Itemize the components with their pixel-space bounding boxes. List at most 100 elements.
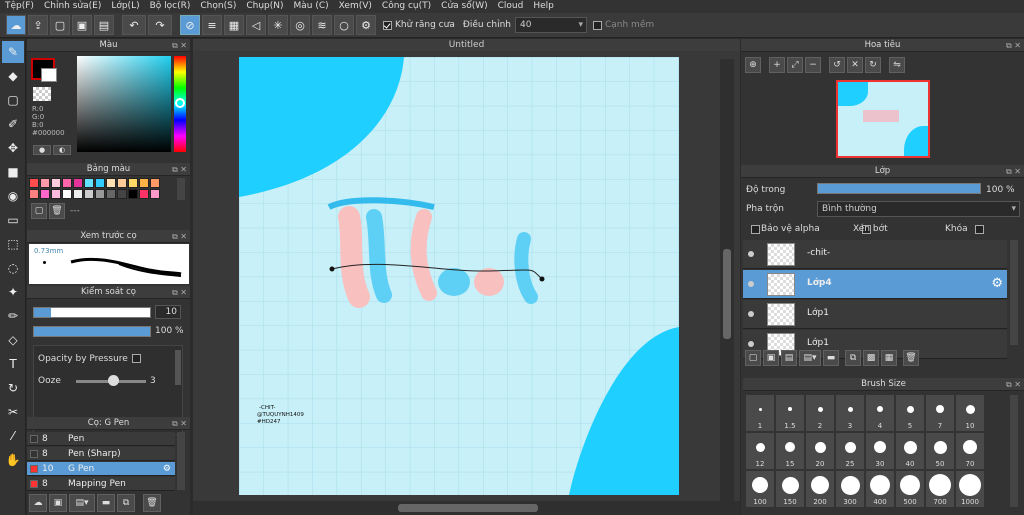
brush-size-cell[interactable]: 40	[896, 433, 924, 469]
visibility-icon[interactable]	[748, 341, 754, 347]
size-slider[interactable]	[33, 307, 151, 318]
protect-alpha-checkbox[interactable]	[751, 225, 760, 234]
layer-mode-icon[interactable]: ▤	[781, 350, 797, 366]
pressure-checkbox[interactable]	[132, 354, 141, 363]
brush-size-cell[interactable]: 10	[956, 395, 984, 431]
select-tool-icon[interactable]: ⬚	[2, 233, 24, 255]
snap-perspective-icon[interactable]: ◁	[246, 15, 266, 35]
fill-rect-tool-icon[interactable]: ■	[2, 161, 24, 183]
brush-size-cell[interactable]: 300	[836, 471, 864, 507]
bucket-tool-icon[interactable]: ◉	[2, 185, 24, 207]
hand-tool-icon[interactable]: ✋	[2, 449, 24, 471]
brush-menu-icon[interactable]: ▤▾	[69, 494, 95, 512]
brush-list-item[interactable]: 10 G Pen ⚙	[27, 462, 175, 476]
pen-tool-icon[interactable]: ✎	[2, 41, 24, 63]
brush-size-cell[interactable]: 7	[926, 395, 954, 431]
lasso-tool-icon[interactable]: ◌	[2, 257, 24, 279]
brush-tool-icon[interactable]: ✐	[2, 113, 24, 135]
menu-file[interactable]: Tệp(F)	[0, 0, 39, 13]
ooze-slider-handle[interactable]	[108, 375, 119, 386]
cloud-icon[interactable]: ☁	[6, 15, 26, 35]
brush-size-scrollbar[interactable]	[1010, 395, 1018, 507]
zoom-window-icon[interactable]: ⤢	[787, 57, 803, 73]
layer-row[interactable]: Lớp4 ⚙	[743, 270, 1007, 299]
palette-swatch[interactable]	[51, 178, 61, 188]
brush-size-cell[interactable]: 150	[776, 471, 804, 507]
undo-icon[interactable]: ↶	[122, 15, 146, 35]
brush-size-cell[interactable]: 500	[896, 471, 924, 507]
snap-off-icon[interactable]: ⊘	[180, 15, 200, 35]
menu-edit[interactable]: Chỉnh sửa(E)	[39, 0, 106, 13]
move-tool-icon[interactable]: ✥	[2, 137, 24, 159]
brush-size-cell[interactable]: 20	[806, 433, 834, 469]
layer-folder-icon[interactable]: ▬	[823, 350, 839, 366]
rotate-left-icon[interactable]: ↺	[829, 57, 845, 73]
select-pen-icon[interactable]: ✏	[2, 305, 24, 327]
menu-color[interactable]: Màu (C)	[289, 0, 334, 13]
snap-ring-icon[interactable]: ○	[334, 15, 354, 35]
secondary-color-swatch[interactable]	[41, 68, 57, 82]
layer-menu-icon[interactable]: ▤▾	[799, 350, 821, 366]
zoom-out-icon[interactable]: −	[805, 57, 821, 73]
palette-swatch[interactable]	[62, 178, 72, 188]
palette-swatch[interactable]	[117, 178, 127, 188]
brush-list-scrollbar[interactable]	[177, 432, 185, 490]
brush-size-cell[interactable]: 200	[806, 471, 834, 507]
open-folder-icon[interactable]: ▣	[72, 15, 92, 35]
color-mode-icon[interactable]: ●	[33, 145, 51, 155]
palette-swatch[interactable]	[73, 189, 83, 199]
soft-edge-checkbox[interactable]	[592, 20, 602, 30]
horizontal-scroll-thumb[interactable]	[398, 504, 538, 512]
text-tool-icon[interactable]: T	[2, 353, 24, 375]
gear-icon[interactable]: ⚙	[163, 464, 171, 474]
canvas-tab[interactable]: Untitled	[193, 39, 740, 51]
redo-icon[interactable]: ↷	[148, 15, 172, 35]
menu-capture[interactable]: Chụp(N)	[241, 0, 288, 13]
palette-swatch[interactable]	[73, 178, 83, 188]
layer-settings-icon[interactable]: ▦	[881, 350, 897, 366]
palette-swatch[interactable]	[139, 178, 149, 188]
navigator-preview[interactable]	[836, 80, 930, 158]
snap-curve-icon[interactable]: ≋	[312, 15, 332, 35]
gear-icon[interactable]: ⚙	[991, 276, 1003, 291]
antialias-checkbox[interactable]	[383, 20, 392, 30]
brush-size-cell[interactable]: 25	[836, 433, 864, 469]
gradient-tool-icon[interactable]: ▭	[2, 209, 24, 231]
brush-size-cell[interactable]: 30	[866, 433, 894, 469]
brush-size-cell[interactable]: 700	[926, 471, 954, 507]
menu-view[interactable]: Xem(V)	[334, 0, 377, 13]
layer-row[interactable]: -chit-	[743, 240, 1007, 269]
visibility-icon[interactable]	[748, 311, 754, 317]
transparent-swatch[interactable]	[33, 87, 51, 101]
brush-size-cell[interactable]: 100	[746, 471, 774, 507]
export-icon[interactable]: ⇪	[28, 15, 48, 35]
magic-wand-icon[interactable]: ✦	[2, 281, 24, 303]
rect-tool-icon[interactable]: ▢	[2, 89, 24, 111]
brush-options-scrollbar[interactable]	[175, 350, 181, 385]
brush-size-cell[interactable]: 5	[896, 395, 924, 431]
palette-swatch[interactable]	[40, 189, 50, 199]
brush-list-item[interactable]: 8 Mapping Pen	[27, 477, 175, 491]
rotate-right-icon[interactable]: ↻	[865, 57, 881, 73]
brush-size-cell[interactable]: 3	[836, 395, 864, 431]
duplicate-brush-icon[interactable]: ⧉	[117, 494, 135, 512]
adjust-select[interactable]: 40 ▾	[514, 17, 587, 33]
palette-swatch[interactable]	[128, 189, 138, 199]
new-layer-alt-icon[interactable]: ▣	[763, 350, 779, 366]
palette-swatch[interactable]	[29, 178, 39, 188]
palette-swatch[interactable]	[150, 178, 160, 188]
palette-swatch[interactable]	[106, 189, 116, 199]
vertical-scroll-thumb[interactable]	[723, 249, 731, 339]
palette-swatch[interactable]	[139, 189, 149, 199]
palette-swatch[interactable]	[84, 178, 94, 188]
color-swap-icon[interactable]: ◐	[53, 145, 71, 155]
vertical-scrollbar[interactable]	[720, 59, 734, 504]
divide-tool-icon[interactable]: ✂	[2, 401, 24, 423]
brush-size-cell[interactable]: 50	[926, 433, 954, 469]
add-brush-icon[interactable]: ▣	[49, 494, 67, 512]
palette-swatch[interactable]	[84, 189, 94, 199]
flip-icon[interactable]: ⇋	[889, 57, 905, 73]
snap-parallel-icon[interactable]: ≡	[202, 15, 222, 35]
palette-swatch[interactable]	[51, 189, 61, 199]
palette-swatch[interactable]	[150, 189, 160, 199]
